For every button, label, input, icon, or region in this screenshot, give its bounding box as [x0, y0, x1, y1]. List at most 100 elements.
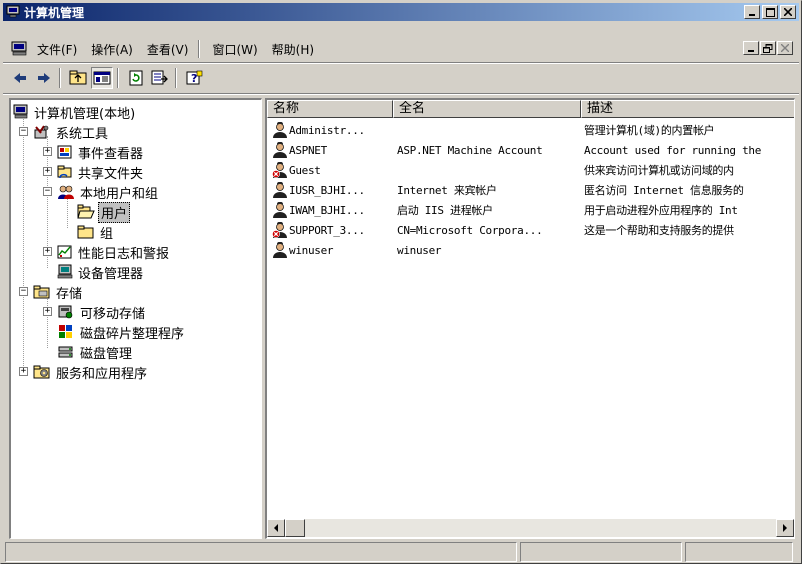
divider — [3, 93, 799, 95]
list-header: 名称 全名 描述 — [267, 100, 794, 118]
services-applications-icon — [33, 365, 50, 379]
open-folder-icon — [77, 204, 95, 219]
user-row[interactable]: SUPPORT_3... CN=Microsoft Corpora... 这是一个帮… — [267, 220, 794, 240]
collapse-toggle[interactable]: − — [19, 127, 28, 136]
user-name: Administr... — [289, 123, 365, 137]
disabled-user-icon — [272, 162, 287, 178]
help-button[interactable]: ? — [183, 67, 205, 89]
tree-item-disk-defragmenter[interactable]: 磁盘碎片整理程序 — [57, 322, 186, 342]
menu-action[interactable]: 操作(A) — [89, 41, 135, 58]
back-button[interactable] — [9, 67, 31, 89]
title-bar[interactable]: 计算机管理 — [3, 3, 799, 21]
tree-item-event-viewer[interactable]: 事件查看器 — [57, 142, 145, 162]
users-groups-icon — [58, 185, 74, 199]
menu-file[interactable]: 文件(F) — [35, 41, 79, 58]
user-name: IWAM_BJHI... — [289, 203, 365, 217]
child-close-button[interactable] — [777, 41, 793, 55]
user-row[interactable]: ASPNET ASP.NET Machine Account Account use… — [267, 140, 794, 160]
console-tree[interactable]: 计算机管理(本地) − 系统工具 + 事件查看器 + 共享文件夹 − 本地用户和… — [9, 98, 262, 539]
tree-item-label: 本地用户和组 — [80, 186, 159, 202]
tree-root[interactable]: 计算机管理(本地) — [13, 102, 137, 122]
tree-item-local-users-groups[interactable]: 本地用户和组 — [57, 182, 160, 202]
tree-item-label: 系统工具 — [56, 126, 109, 142]
scroll-right-button[interactable] — [776, 519, 794, 537]
column-header-description[interactable]: 描述 — [581, 100, 794, 118]
user-name: Guest — [289, 163, 321, 177]
right-arrow-icon — [783, 524, 787, 532]
child-restore-button[interactable] — [760, 41, 776, 55]
refresh-button[interactable] — [125, 67, 147, 89]
tree-item-performance-logs[interactable]: 性能日志和警报 — [57, 242, 171, 262]
tree-item-shared-folders[interactable]: 共享文件夹 — [57, 162, 145, 182]
collapse-toggle[interactable]: − — [19, 287, 28, 296]
tree-item-groups[interactable]: 组 — [77, 222, 115, 242]
user-row[interactable]: IUSR_BJHI... Internet 来宾帐户 匿名访问 Internet 信… — [267, 180, 794, 200]
expand-toggle[interactable]: + — [43, 147, 52, 156]
menu-view[interactable]: 查看(V) — [145, 41, 191, 58]
user-name: IUSR_BJHI... — [289, 183, 365, 197]
tree-item-label: 组 — [100, 226, 114, 242]
export-list-button[interactable] — [149, 67, 171, 89]
expand-toggle[interactable]: + — [43, 247, 52, 256]
scroll-thumb[interactable] — [285, 519, 305, 537]
column-header-name[interactable]: 名称 — [267, 100, 393, 118]
expand-toggle[interactable]: + — [19, 367, 28, 376]
console-icon[interactable] — [11, 41, 29, 57]
tree-item-users[interactable]: 用户 — [77, 201, 131, 223]
close-button[interactable] — [780, 5, 796, 19]
event-viewer-icon — [57, 145, 72, 159]
back-arrow-icon — [14, 73, 26, 83]
performance-icon — [57, 245, 72, 259]
tree-item-storage[interactable]: 存储 — [33, 282, 84, 302]
user-icon — [273, 142, 287, 158]
user-description-cell: Account used for running the — [584, 143, 762, 157]
toolbar-separator — [117, 68, 119, 88]
forward-button[interactable] — [33, 67, 55, 89]
user-row[interactable]: Administr... 管理计算机(域)的内置帐户 — [267, 120, 794, 140]
up-one-level-button[interactable] — [67, 67, 89, 89]
child-minimize-button[interactable] — [743, 41, 759, 55]
minimize-icon — [749, 14, 755, 16]
user-name: SUPPORT_3... — [289, 223, 365, 237]
minimize-icon — [748, 50, 754, 52]
divider — [3, 62, 799, 64]
tree-item-device-manager[interactable]: 设备管理器 — [57, 262, 145, 282]
tree-item-label: 磁盘管理 — [80, 346, 133, 362]
tree-item-label: 存储 — [56, 286, 83, 302]
up-folder-icon — [69, 70, 87, 85]
toolbar-separator — [175, 68, 177, 88]
user-icon — [273, 202, 287, 218]
menu-help[interactable]: 帮助(H) — [270, 41, 316, 58]
user-description-cell: 管理计算机(域)的内置帐户 — [584, 124, 715, 137]
user-fullname-cell: CN=Microsoft Corpora... — [397, 223, 543, 237]
user-name-cell: IWAM_BJHI... — [267, 202, 393, 218]
menu-bar: 文件(F) 操作(A) 查看(V) 窗口(W) 帮助(H) — [3, 37, 799, 61]
show-hide-tree-button[interactable] — [91, 67, 113, 89]
tree-item-disk-management[interactable]: 磁盘管理 — [57, 342, 134, 362]
system-tools-icon — [34, 125, 49, 139]
maximize-button[interactable] — [762, 5, 778, 19]
details-pane[interactable]: 名称 全名 描述 Administr... 管理计算机(域)的内置帐户 ASPNET… — [265, 98, 795, 539]
collapse-toggle[interactable]: − — [43, 187, 52, 196]
tree-root-label: 计算机管理(本地) — [34, 106, 136, 122]
user-name-cell: ASPNET — [267, 142, 393, 158]
maximize-icon — [765, 7, 775, 17]
horizontal-scrollbar[interactable] — [267, 519, 794, 537]
scroll-left-button[interactable] — [267, 519, 285, 537]
user-row[interactable]: IWAM_BJHI... 启动 IIS 进程帐户 用于启动进程外应用程序的 Int — [267, 200, 794, 220]
tree-item-system-tools[interactable]: 系统工具 — [33, 122, 110, 142]
tree-item-removable-storage[interactable]: 可移动存储 — [57, 302, 147, 322]
column-header-fullname[interactable]: 全名 — [393, 100, 581, 118]
user-row[interactable]: Guest 供来宾访问计算机或访问域的内 — [267, 160, 794, 180]
expand-toggle[interactable]: + — [43, 307, 52, 316]
restore-icon — [763, 43, 773, 53]
status-panel — [5, 542, 517, 562]
expand-toggle[interactable]: + — [43, 167, 52, 176]
user-row[interactable]: winuser winuser — [267, 240, 794, 260]
tree-item-services-applications[interactable]: 服务和应用程序 — [33, 362, 149, 382]
menu-window[interactable]: 窗口(W) — [210, 41, 259, 58]
tree-item-label: 可移动存储 — [80, 306, 146, 322]
svg-text:?: ? — [191, 72, 197, 85]
folder-icon — [77, 225, 94, 239]
minimize-button[interactable] — [744, 5, 760, 19]
